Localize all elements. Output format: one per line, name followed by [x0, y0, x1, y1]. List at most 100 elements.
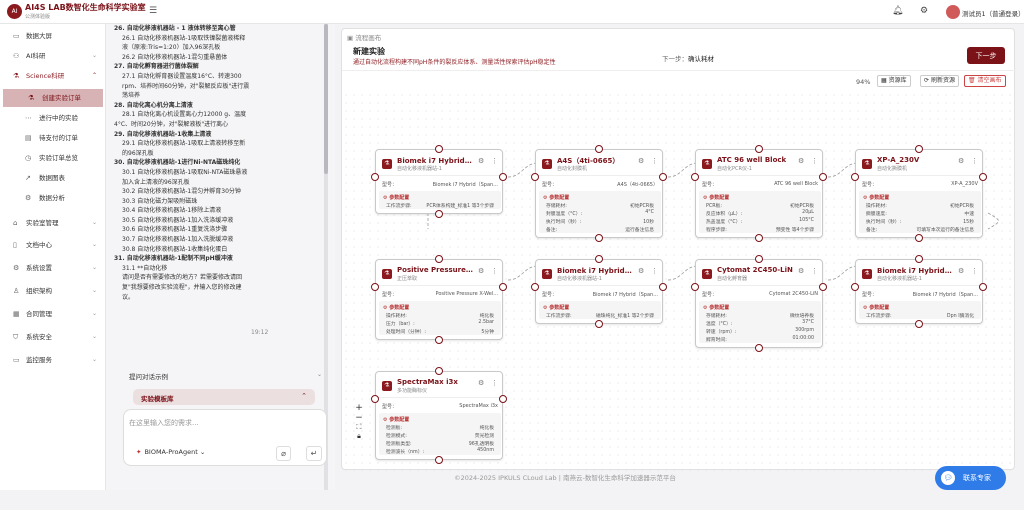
param-panel[interactable]: ⚙ 参数配置 PCR板: 初始PCR板 反应体积（μL）: 20μL 热盖温度（°C）: 1…: [699, 191, 821, 233]
sidebar-item-dashboard[interactable]: ▭ 数据大屏: [0, 27, 106, 45]
menu-toggle-icon[interactable]: ☰: [149, 6, 157, 16]
device-node[interactable]: ⚗ XP-A_230V 自动化撕膜机 ⚙ ⋮ 型号： XP-A_230V ⚙ 参数配置 操作耗材…: [855, 149, 983, 238]
param-panel[interactable]: ⚙ 参数配置 操作耗材: 初始PCR板 撕膜速度: 中速 执行时间（秒）: 15秒 备注: 可填…: [859, 191, 981, 233]
port-top[interactable]: [435, 145, 443, 153]
chevron-down-icon[interactable]: ⌄: [317, 371, 322, 378]
bell-icon[interactable]: 🔔︎: [892, 6, 903, 16]
sidebar-item-org[interactable]: ♙ 组织架构 ⌄: [0, 282, 106, 300]
port-top[interactable]: [435, 255, 443, 263]
device-node[interactable]: ⚗ Biomek i7 Hybrid（... 自动化移液机器站-1 ⚙ ⋮ 型号： Biom…: [535, 259, 663, 324]
port-right[interactable]: [979, 283, 987, 291]
send-icon[interactable]: ↵: [306, 446, 322, 461]
port-right[interactable]: [659, 173, 667, 181]
avatar[interactable]: [946, 5, 960, 19]
gear-icon[interactable]: ⚙: [958, 267, 964, 275]
gear-icon[interactable]: ⚙: [798, 267, 804, 275]
port-right[interactable]: [499, 395, 507, 403]
sidebar-item-data-chart[interactable]: ↗ 数据图表: [0, 169, 106, 187]
device-node[interactable]: ⚗ Biomek i7 Hybrid（... 自动化移液机器站-1 ⚙ ⋮ 型号： Biom…: [375, 149, 503, 214]
more-icon[interactable]: ⋮: [491, 157, 498, 165]
more-icon[interactable]: ⋮: [651, 157, 658, 165]
sidebar-item-pending-pay[interactable]: ▤ 待支付的订单: [0, 129, 106, 147]
fit-view-icon[interactable]: ⛶: [352, 423, 366, 432]
gear-icon[interactable]: ⚙: [478, 267, 484, 275]
port-left[interactable]: [691, 173, 699, 181]
port-right[interactable]: [499, 283, 507, 291]
next-button[interactable]: 下一步: [967, 47, 1005, 64]
gear-icon[interactable]: ⚙: [478, 379, 484, 387]
flow-grid[interactable]: ⚗ Biomek i7 Hybrid（... 自动化移液机器站-1 ⚙ ⋮ 型号： Biom…: [342, 91, 1016, 471]
device-node[interactable]: ⚗ Biomek i7 Hybrid（... 自动化移液机器站-1 ⚙ ⋮ 型号： Biom…: [855, 259, 983, 324]
port-top[interactable]: [755, 255, 763, 263]
port-bottom[interactable]: [595, 234, 603, 242]
port-top[interactable]: [915, 255, 923, 263]
sidebar-item-create-order[interactable]: ⚗ 创建实验订单: [3, 89, 103, 107]
port-left[interactable]: [531, 173, 539, 181]
gear-icon[interactable]: ⚙: [638, 157, 644, 165]
port-top[interactable]: [595, 255, 603, 263]
port-bottom[interactable]: [435, 456, 443, 464]
param-panel[interactable]: ⚙ 参数配置 操作耗材: 纯化板 压力（bar）: 2.5bar 处理时间（分钟）: 5分钟: [379, 301, 501, 335]
sidebar-item-science-research[interactable]: ⚗ Science科研 ⌃: [0, 67, 106, 85]
gear-icon[interactable]: ⚙: [798, 157, 804, 165]
port-top[interactable]: [915, 145, 923, 153]
sidebar-item-docs[interactable]: ▯ 文档中心 ⌄: [0, 236, 106, 254]
param-panel[interactable]: ⚙ 参数配置 存储耗材: 初始PCR板 封膜温度（°C）: 4°C 执行时间（秒）: 10秒…: [539, 191, 661, 233]
param-panel[interactable]: ⚙ 参数配置 工作流步骤: 磁珠纯化_标准1 等2个步骤: [539, 301, 661, 319]
sidebar-item-ongoing[interactable]: ⋯ 进行中的实验: [0, 109, 106, 127]
sidebar-item-monitor[interactable]: ▭ 监控服务 ⌄: [0, 351, 106, 369]
more-icon[interactable]: ⋮: [811, 157, 818, 165]
device-node[interactable]: ⚗ Cytomat 2C450-LiN 自动化孵育器 ⚙ ⋮ 型号： Cytomat 2C4…: [695, 259, 823, 348]
sidebar-item-contracts[interactable]: ▦ 合同管理 ⌄: [0, 305, 106, 323]
more-icon[interactable]: ⋮: [491, 379, 498, 387]
more-icon[interactable]: ⋮: [971, 157, 978, 165]
zoom-out-icon[interactable]: −: [352, 413, 366, 423]
gear-icon[interactable]: ⚙: [920, 6, 928, 16]
port-left[interactable]: [371, 395, 379, 403]
resource-library-button[interactable]: ▦ 资源库: [877, 75, 911, 87]
port-bottom[interactable]: [755, 234, 763, 242]
refresh-resources-button[interactable]: ⟳ 刷新资源: [920, 75, 959, 87]
sidebar-item-ai-research[interactable]: ⚇ AI科研 ⌄: [0, 47, 106, 65]
more-icon[interactable]: ⋮: [491, 267, 498, 275]
suggestions-header[interactable]: 提问对话示例: [129, 371, 168, 381]
gear-icon[interactable]: ⚙: [478, 157, 484, 165]
param-panel[interactable]: ⚙ 参数配置 检测板: 纯化板 检测模式: 荧光检测 检测板类型: 96孔透明板 检测波长（n…: [379, 413, 501, 455]
port-right[interactable]: [819, 173, 827, 181]
port-right[interactable]: [659, 283, 667, 291]
port-left[interactable]: [851, 173, 859, 181]
zoom-in-icon[interactable]: +: [352, 403, 366, 413]
chat-input[interactable]: [129, 418, 319, 436]
port-bottom[interactable]: [915, 320, 923, 328]
device-node[interactable]: ⚗ Positive Pressure X... 正压萃取 ⚙ ⋮ 型号： Positive…: [375, 259, 503, 340]
param-panel[interactable]: ⚙ 参数配置 工作流步骤: Dpn I酶消化: [859, 301, 981, 319]
clear-canvas-button[interactable]: 🗑︎ 清空画布: [964, 75, 1006, 87]
port-left[interactable]: [371, 283, 379, 291]
gear-icon[interactable]: ⚙: [638, 267, 644, 275]
port-top[interactable]: [755, 145, 763, 153]
sidebar-item-order-overview[interactable]: ◷ 实验订单总览: [0, 149, 106, 167]
device-node[interactable]: ⚗ A4S（4ti-0665） 自动化封膜机 ⚙ ⋮ 型号： A4S（4ti-0665） ⚙ …: [535, 149, 663, 238]
sidebar-item-lab-manage[interactable]: ⌂ 实验室管理 ⌄: [0, 214, 106, 232]
port-left[interactable]: [531, 283, 539, 291]
template-library[interactable]: 实验模板库 ⌃: [133, 389, 315, 405]
tab-flow-canvas[interactable]: ▣ 流程画布: [347, 32, 381, 42]
more-icon[interactable]: ⋮: [651, 267, 658, 275]
port-left[interactable]: [851, 283, 859, 291]
more-icon[interactable]: ⋮: [971, 267, 978, 275]
port-bottom[interactable]: [915, 234, 923, 242]
attach-icon[interactable]: ⌀: [276, 446, 291, 461]
port-top[interactable]: [435, 367, 443, 375]
user-name[interactable]: 测试员1（普通登录）: [962, 8, 1024, 18]
port-left[interactable]: [371, 173, 379, 181]
port-left[interactable]: [691, 283, 699, 291]
port-bottom[interactable]: [755, 344, 763, 352]
sidebar-item-data-analysis[interactable]: ⚙ 数据分析: [0, 189, 106, 207]
chevron-up-icon[interactable]: ⌃: [301, 392, 307, 400]
contact-expert-button[interactable]: 💬︎ 联系专家: [935, 466, 1006, 490]
port-right[interactable]: [819, 283, 827, 291]
port-top[interactable]: [595, 145, 603, 153]
port-right[interactable]: [499, 173, 507, 181]
chat-scrollbar-thumb[interactable]: [324, 24, 328, 174]
sidebar-item-settings[interactable]: ⚙ 系统设置 ⌄: [0, 259, 106, 277]
